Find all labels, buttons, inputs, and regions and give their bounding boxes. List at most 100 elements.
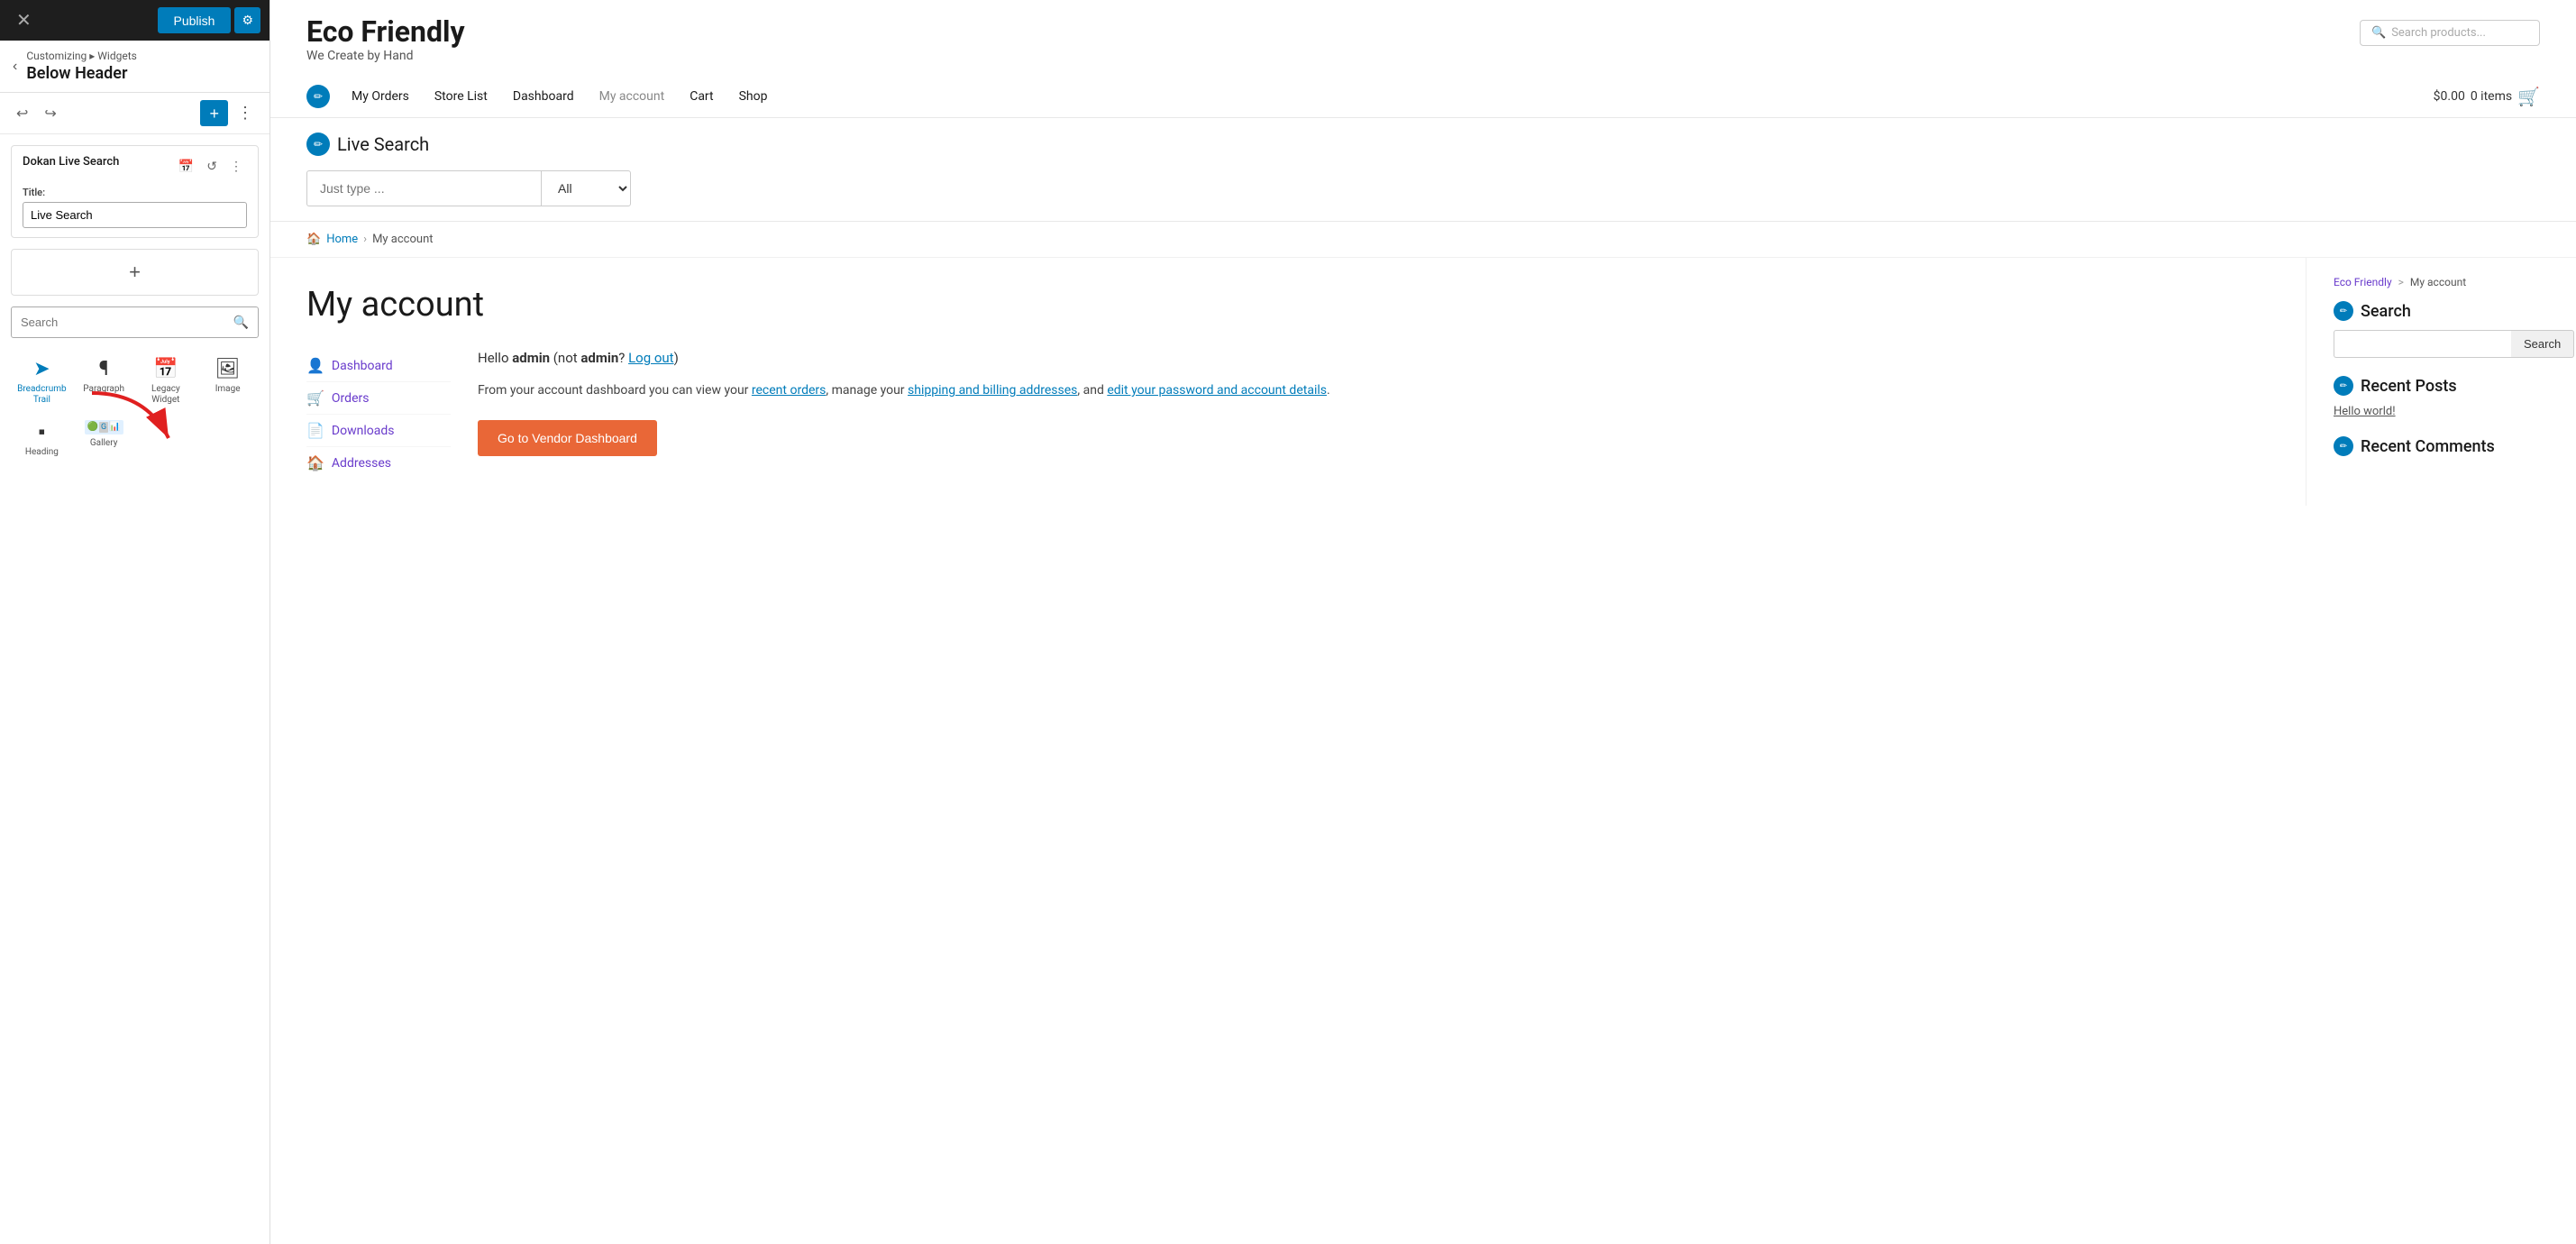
section-title: Below Header [26, 64, 136, 83]
live-search-select[interactable]: All [541, 170, 631, 206]
nav-my-account[interactable]: My account [589, 86, 676, 107]
downloads-icon: 📄 [306, 422, 324, 439]
gear-button[interactable]: ⚙ [234, 7, 260, 33]
redo-button[interactable]: ↪ [39, 101, 61, 126]
account-desc: From your account dashboard you can view… [478, 380, 2270, 402]
publish-button[interactable]: Publish [158, 7, 232, 33]
account-columns: 👤 Dashboard 🛒 Orders 📄 Downloads 🏠 Addre… [306, 350, 2270, 479]
recent-post-link[interactable]: Hello world! [2334, 405, 2396, 418]
recent-orders-link[interactable]: recent orders [752, 383, 826, 398]
logout-link[interactable]: Log out [628, 350, 674, 366]
block-item-gallery[interactable]: 🟢G📊 Gallery [73, 411, 135, 463]
undo-button[interactable]: ↩ [11, 101, 33, 126]
block-item-paragraph[interactable]: ¶ Paragraph [73, 349, 135, 411]
account-page-title: My account [306, 285, 2270, 325]
block-search-icon[interactable]: 🔍 [224, 307, 258, 337]
account-nav-dashboard[interactable]: 👤 Dashboard [306, 350, 451, 382]
widget-title-input[interactable] [23, 202, 247, 228]
sidebar-breadcrumb-site[interactable]: Eco Friendly [2334, 276, 2392, 288]
top-bar: ✕ Publish ⚙ [0, 0, 269, 41]
add-block-button[interactable]: + [200, 100, 228, 126]
vendor-dashboard-button[interactable]: Go to Vendor Dashboard [478, 420, 657, 456]
breadcrumb-home-link[interactable]: Home [326, 233, 358, 246]
image-label: Image [215, 384, 241, 395]
recent-posts-edit-icon[interactable]: ✏ [2334, 376, 2353, 396]
dashboard-icon: 👤 [306, 357, 324, 374]
sidebar-search-header: ✏ Search [2334, 301, 2549, 321]
heading-label: Heading [25, 447, 59, 458]
live-search-edit-icon[interactable]: ✏ [306, 133, 330, 156]
account-nav-downloads[interactable]: 📄 Downloads [306, 415, 451, 447]
widget-rotate-icon[interactable]: ↺ [202, 156, 222, 177]
dashboard-label: Dashboard [332, 359, 393, 373]
add-block-plus-button[interactable]: + [129, 261, 141, 284]
back-bar: ‹ Customizing ▸ Widgets Below Header [0, 41, 269, 93]
block-item-image[interactable]: 🖼 Image [196, 349, 259, 411]
left-panel: ✕ Publish ⚙ ‹ Customizing ▸ Widgets Belo… [0, 0, 270, 1244]
block-item-legacy[interactable]: 📅 Legacy Widget [135, 349, 197, 411]
image-icon: 🖼 [215, 358, 241, 380]
sidebar-breadcrumb: Eco Friendly > My account [2334, 276, 2549, 288]
breadcrumb-trail-icon: ➤ [33, 358, 50, 380]
not-username: admin [580, 350, 618, 366]
cart-info: $0.00 0 items 🛒 [2434, 86, 2540, 107]
nav-shop[interactable]: Shop [728, 86, 779, 107]
block-item-heading[interactable]: ▪ Heading [11, 411, 73, 463]
recent-comments-edit-icon[interactable]: ✏ [2334, 436, 2353, 456]
recent-post-item: Hello world! [2334, 405, 2549, 418]
live-search-title: Live Search [337, 133, 429, 155]
sidebar-search-edit-icon[interactable]: ✏ [2334, 301, 2353, 321]
site-tagline: We Create by Hand [306, 49, 465, 63]
account-nav-orders[interactable]: 🛒 Orders [306, 382, 451, 415]
legacy-widget-label: Legacy Widget [139, 384, 194, 406]
block-item-breadcrumb[interactable]: ➤ Breadcrumb Trail [11, 349, 73, 411]
addresses-label: Addresses [332, 456, 391, 471]
title-field-label: Title: [23, 187, 247, 198]
password-link[interactable]: edit your password and account details [1107, 383, 1327, 398]
downloads-label: Downloads [332, 424, 395, 438]
nav-my-orders[interactable]: My Orders [341, 86, 420, 107]
nav-store-list[interactable]: Store List [424, 86, 498, 107]
sidebar-breadcrumb-page: My account [2410, 276, 2466, 288]
breadcrumb-label: Customizing ▸ Widgets [26, 50, 136, 62]
addresses-icon: 🏠 [306, 454, 324, 471]
block-search-input[interactable] [12, 308, 224, 336]
cart-icon[interactable]: 🛒 [2517, 86, 2540, 107]
account-content: My account 👤 Dashboard 🛒 Orders 📄 Downlo… [270, 258, 2306, 506]
site-header: Eco Friendly We Create by Hand 🔍 Search … [270, 0, 2576, 118]
site-search-placeholder: Search products... [2391, 26, 2486, 40]
sidebar-search-button[interactable]: Search [2511, 330, 2574, 358]
undo-redo-bar: ↩ ↪ + ⋮ [0, 93, 269, 134]
sidebar-search-input[interactable] [2334, 330, 2511, 358]
main-content: Eco Friendly We Create by Hand 🔍 Search … [270, 0, 2576, 1244]
addresses-link[interactable]: shipping and billing addresses [908, 383, 1077, 398]
breadcrumb-trail-label: Breadcrumb Trail [14, 384, 69, 406]
orders-label: Orders [332, 391, 370, 406]
account-nav: 👤 Dashboard 🛒 Orders 📄 Downloads 🏠 Addre… [306, 350, 451, 479]
site-search-icon: 🔍 [2371, 26, 2386, 40]
live-search-input[interactable] [306, 170, 541, 206]
widget-calendar-icon[interactable]: 📅 [174, 156, 198, 177]
sidebar-area: Eco Friendly > My account ✏ Search Searc… [2306, 258, 2576, 506]
account-nav-addresses[interactable]: 🏠 Addresses [306, 447, 451, 479]
nav-dashboard[interactable]: Dashboard [502, 86, 585, 107]
nav-edit-icon[interactable]: ✏ [306, 85, 330, 108]
back-button[interactable]: ‹ [13, 59, 17, 75]
paragraph-label: Paragraph [83, 384, 124, 395]
site-search-box[interactable]: 🔍 Search products... [2360, 20, 2540, 46]
sidebar-search-title: Search [2361, 302, 2411, 321]
widget-card: Dokan Live Search 📅 ↺ ⋮ Title: [11, 145, 259, 238]
widget-more-icon[interactable]: ⋮ [225, 156, 247, 177]
more-options-button[interactable]: ⋮ [232, 100, 259, 126]
nav-cart[interactable]: Cart [679, 86, 724, 107]
site-nav: ✏ My Orders Store List Dashboard My acco… [306, 76, 2540, 117]
recent-posts-header: ✏ Recent Posts [2334, 376, 2549, 396]
add-block-area[interactable]: + [11, 249, 259, 296]
site-logo: Eco Friendly We Create by Hand [306, 14, 465, 63]
paragraph-icon: ¶ [99, 358, 109, 380]
breadcrumb-separator: › [363, 233, 367, 246]
account-main: Hello admin (not admin? Log out) From yo… [478, 350, 2270, 479]
hello-username: admin [512, 350, 550, 366]
close-button[interactable]: ✕ [9, 5, 39, 35]
recent-posts-title: Recent Posts [2361, 377, 2457, 396]
